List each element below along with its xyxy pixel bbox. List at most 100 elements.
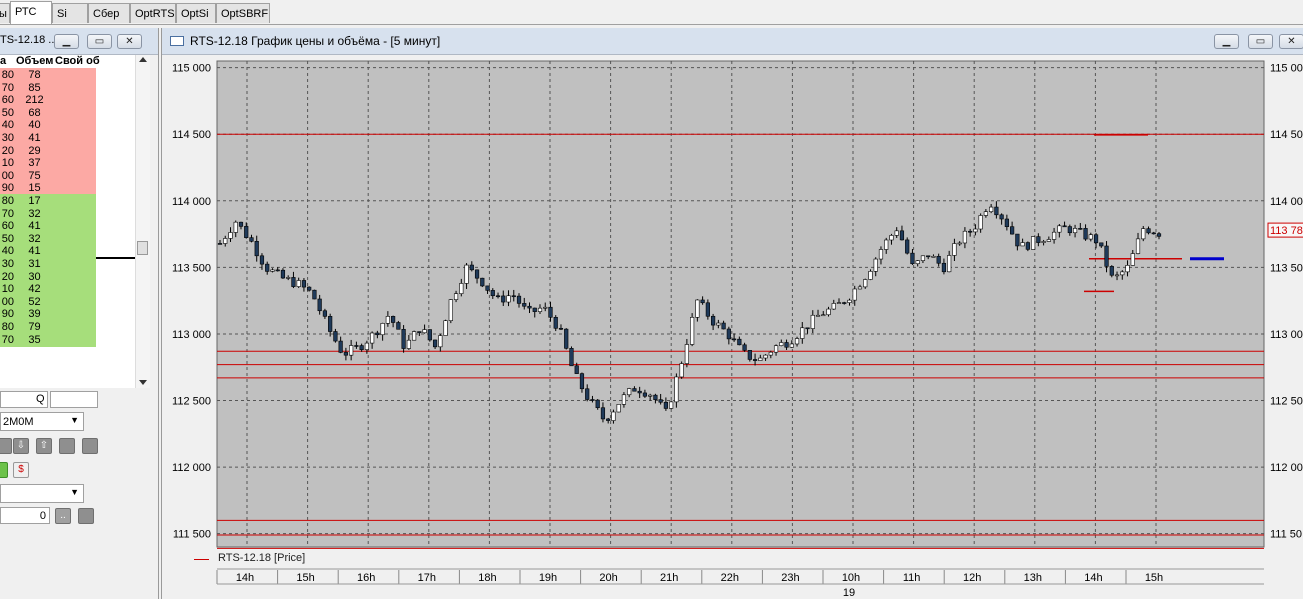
- candle-body: [228, 232, 233, 239]
- candle-body: [1031, 236, 1036, 250]
- orderbook-window: TS-12.18 ... ▁ ▭ ✕ а Объем Свой об 80 78 7…: [0, 28, 159, 599]
- x-axis-label: 20h: [599, 572, 617, 584]
- scroll-up-icon[interactable]: [139, 57, 147, 62]
- candle-body: [642, 392, 648, 397]
- action-button-5[interactable]: [82, 438, 98, 454]
- tab-label: Сбер: [93, 8, 120, 20]
- candle-body: [485, 285, 490, 291]
- tab-optsi[interactable]: OptSi: [176, 3, 216, 23]
- account-select[interactable]: 2M0M ▼: [0, 412, 84, 431]
- candle-body: [265, 263, 270, 272]
- price-cell[interactable]: 70: [0, 332, 14, 347]
- scroll-down-icon[interactable]: [139, 380, 147, 385]
- y-axis-label-right: 113 50: [1270, 262, 1303, 274]
- buy-market-button[interactable]: ⇩: [13, 438, 29, 454]
- orderbook-title: TS-12.18 ...: [0, 34, 58, 46]
- candle-body: [564, 328, 569, 349]
- y-axis-label-right: 114 00: [1270, 196, 1303, 208]
- scroll-thumb[interactable]: [137, 241, 148, 255]
- sell-market-button[interactable]: ⇧: [36, 438, 52, 454]
- candle-body: [716, 322, 721, 326]
- header-own: Свой об: [55, 55, 100, 67]
- candle-body: [553, 316, 558, 329]
- candle-body: [275, 269, 280, 272]
- candle-body: [700, 299, 705, 304]
- candle-body: [815, 314, 821, 317]
- buy-row[interactable]: 70 35: [0, 332, 135, 347]
- candle-body: [459, 283, 464, 294]
- volume-cell[interactable]: 35: [14, 332, 55, 347]
- tab-optsbrf[interactable]: OptSBRF: [216, 3, 270, 23]
- candle-body: [758, 357, 763, 361]
- candle-body: [522, 303, 527, 307]
- x-axis-label: 23h: [781, 572, 799, 584]
- candle-body: [836, 302, 842, 304]
- candle-body: [432, 339, 438, 348]
- action-button-1[interactable]: [0, 438, 12, 454]
- qty-options-button[interactable]: ..: [55, 508, 71, 524]
- candle-body: [385, 316, 390, 324]
- tab-si[interactable]: Si: [52, 3, 88, 23]
- candle-body: [1051, 231, 1057, 240]
- orderbook-rows[interactable]: 80 78 70 85 60 212 50 68 40 40 30 41 20 29 10 37 00 75 90 1…: [0, 68, 135, 388]
- candle-body: [558, 327, 564, 330]
- chart-legend: RTS-12.18 [Price]: [218, 552, 306, 564]
- tab-sber[interactable]: Сбер: [88, 3, 130, 23]
- y-axis-label-right: 112 50: [1270, 396, 1303, 408]
- candle-body: [328, 316, 333, 332]
- candle-body: [543, 306, 548, 309]
- candle-body: [910, 252, 915, 265]
- candle-body: [1125, 265, 1130, 273]
- candle-body: [1025, 242, 1030, 250]
- close-icon: ✕: [125, 36, 134, 47]
- candle-body: [731, 338, 737, 341]
- quantity-field[interactable]: [50, 391, 98, 408]
- candle-body: [1078, 228, 1083, 230]
- candle-body: [312, 289, 317, 300]
- price-chart[interactable]: 115 000 115 00 114 500 114 50 114 000 114 00 1…: [162, 28, 1303, 599]
- candle-body: [490, 290, 495, 297]
- header-price: а: [0, 55, 7, 67]
- y-axis-label-left: 111 500: [173, 529, 211, 541]
- candle-body: [905, 239, 910, 254]
- candle-body: [338, 340, 343, 353]
- action-button-4[interactable]: [59, 438, 75, 454]
- candle-body: [889, 235, 894, 241]
- close-button[interactable]: ✕: [117, 34, 142, 49]
- qty-action-button[interactable]: [78, 508, 94, 524]
- minimize-button[interactable]: ▁: [54, 34, 79, 49]
- candle-body: [270, 269, 275, 272]
- header-volume: Объем: [16, 55, 54, 67]
- candle-body: [223, 238, 228, 244]
- candle-body: [249, 237, 254, 242]
- green-action-button[interactable]: [0, 462, 8, 478]
- candle-body: [464, 264, 469, 284]
- tab-rts[interactable]: РТС: [10, 1, 52, 24]
- x-axis-label: 17h: [418, 572, 436, 584]
- candle-body: [983, 211, 988, 216]
- candle-body: [280, 269, 286, 279]
- own-volume-cell[interactable]: [55, 332, 96, 347]
- last-price-label: 113 78: [1270, 225, 1303, 237]
- hand-down-icon: ⇧: [39, 440, 49, 451]
- tab-optrts[interactable]: OptRTS: [130, 3, 176, 23]
- x-axis-label: 16h: [357, 572, 375, 584]
- qty-input[interactable]: 0: [0, 507, 50, 524]
- maximize-button[interactable]: ▭: [87, 34, 112, 49]
- cancel-orders-button[interactable]: $: [13, 462, 29, 478]
- candle-body: [648, 394, 653, 397]
- candle-body: [873, 258, 878, 272]
- candle-body: [616, 404, 621, 413]
- candle-body: [637, 390, 642, 394]
- candle-body: [894, 230, 899, 236]
- tab-0[interactable]: ы: [0, 3, 10, 23]
- x-axis-label: 15h: [296, 572, 314, 584]
- order-type-select[interactable]: ▼: [0, 484, 84, 503]
- candle-body: [826, 308, 831, 316]
- x-axis-label: 19h: [539, 572, 557, 584]
- hand-up-icon: ⇩: [16, 440, 26, 451]
- y-axis-label-right: 113 00: [1270, 329, 1303, 341]
- orderbook-scrollbar[interactable]: [135, 55, 150, 388]
- dots-icon: ..: [60, 510, 66, 521]
- y-axis-label-right: 114 50: [1270, 129, 1303, 141]
